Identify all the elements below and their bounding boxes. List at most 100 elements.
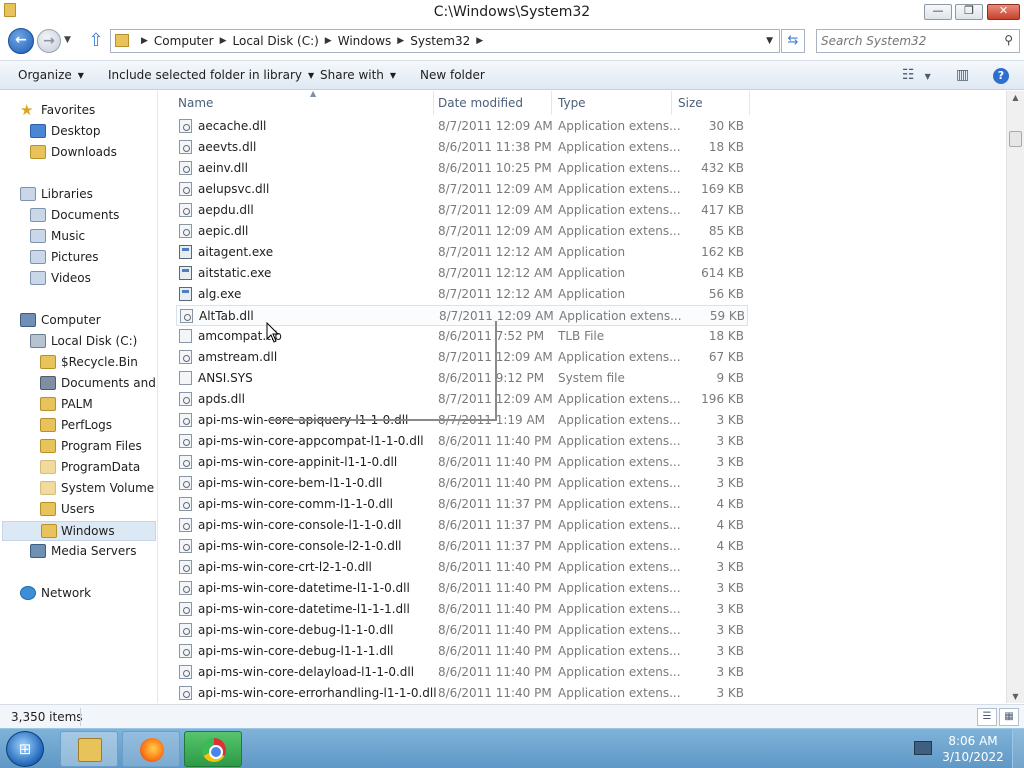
file-size: 3 KB: [716, 665, 744, 679]
chevron-right-icon[interactable]: ▶: [135, 34, 154, 48]
nav-program-files[interactable]: Program Files: [40, 437, 156, 457]
crumb-windows[interactable]: Windows: [338, 34, 392, 48]
dll-file-icon: [179, 686, 192, 700]
help-button[interactable]: ?: [993, 68, 1009, 84]
file-row[interactable]: api-ms-win-core-datetime-l1-1-0.dll 8/6/2…: [176, 578, 748, 599]
preview-pane-button[interactable]: ▥: [956, 67, 969, 83]
start-button[interactable]: ⊞: [6, 731, 44, 767]
details-view-button[interactable]: ☰: [977, 708, 997, 726]
file-row[interactable]: api-ms-win-core-debug-l1-1-1.dll 8/6/2011…: [176, 641, 748, 662]
crumb-local-disk[interactable]: Local Disk (C:): [233, 34, 319, 48]
column-header-name[interactable]: Name ▲: [172, 91, 434, 115]
recent-pages-dropdown[interactable]: ▼: [64, 35, 71, 45]
nav-programdata[interactable]: ProgramData: [40, 458, 156, 478]
nav-recycle-bin[interactable]: $Recycle.Bin: [40, 353, 156, 373]
crumb-system32[interactable]: System32: [410, 34, 470, 48]
crumb-computer[interactable]: Computer: [154, 34, 214, 48]
column-header-type[interactable]: Type: [552, 91, 672, 115]
file-type: Application extens...: [558, 644, 681, 658]
nav-pictures[interactable]: Pictures: [30, 248, 156, 268]
back-button[interactable]: ←: [8, 28, 34, 54]
nav-windows[interactable]: Windows: [2, 521, 156, 541]
up-button[interactable]: ⇧: [86, 30, 106, 52]
file-row[interactable]: aitstatic.exe 8/7/2011 12:12 AM Applicatio…: [176, 263, 748, 284]
new-folder-button[interactable]: New folder: [420, 68, 485, 82]
file-row[interactable]: api-ms-win-core-comm-l1-1-0.dll 8/6/2011 …: [176, 494, 748, 515]
file-name: api-ms-win-core-bem-l1-1-0.dll: [198, 476, 383, 490]
address-bar[interactable]: ▶ Computer ▶ Local Disk (C:) ▶ Windows ▶…: [110, 29, 780, 53]
file-row[interactable]: aitagent.exe 8/7/2011 12:12 AM Application…: [176, 242, 748, 263]
file-row[interactable]: aeevts.dll 8/6/2011 11:38 PM Application e…: [176, 137, 748, 158]
file-row[interactable]: api-ms-win-core-debug-l1-1-0.dll 8/6/2011…: [176, 620, 748, 641]
nav-documents[interactable]: Documents: [30, 206, 156, 226]
include-in-library-button[interactable]: Include selected folder in library ▼: [108, 68, 314, 82]
nav-downloads[interactable]: Downloads: [30, 143, 156, 163]
column-header-size[interactable]: Size: [672, 91, 750, 115]
taskbar-chrome[interactable]: [184, 731, 242, 767]
nav-desktop[interactable]: Desktop: [30, 122, 156, 142]
show-desktop-button[interactable]: [1012, 729, 1024, 768]
thumbnails-view-button[interactable]: ▦: [999, 708, 1019, 726]
file-name: aeevts.dll: [198, 140, 257, 154]
change-view-button[interactable]: ☷ ▼: [902, 67, 931, 83]
close-button[interactable]: ✕: [987, 4, 1020, 20]
file-name: aitstatic.exe: [198, 266, 272, 280]
scroll-up-icon[interactable]: ▲: [1007, 93, 1024, 102]
file-row[interactable]: aelupsvc.dll 8/7/2011 12:09 AM Application…: [176, 179, 748, 200]
file-row[interactable]: api-ms-win-core-appcompat-l1-1-0.dll 8/6/…: [176, 431, 748, 452]
file-row[interactable]: api-ms-win-core-bem-l1-1-0.dll 8/6/2011 1…: [176, 473, 748, 494]
organize-button[interactable]: Organize ▼: [18, 68, 84, 82]
file-row[interactable]: api-ms-win-core-console-l1-1-0.dll 8/6/20…: [176, 515, 748, 536]
nav-favorites[interactable]: ★ Favorites: [20, 101, 156, 121]
chevron-right-icon[interactable]: ▶: [214, 34, 233, 48]
nav-palm[interactable]: PALM: [40, 395, 156, 415]
file-row[interactable]: aeinv.dll 8/6/2011 10:25 PM Application ex…: [176, 158, 748, 179]
file-row[interactable]: api-ms-win-core-delayload-l1-1-0.dll 8/6/…: [176, 662, 748, 683]
nav-perflogs[interactable]: PerfLogs: [40, 416, 156, 436]
nav-local-disk[interactable]: Local Disk (C:): [30, 332, 156, 352]
file-row[interactable]: aecache.dll 8/7/2011 12:09 AM Application …: [176, 116, 748, 137]
refresh-button[interactable]: ⇆: [781, 29, 805, 53]
nav-network[interactable]: Network: [20, 584, 156, 604]
column-header-date[interactable]: Date modified: [432, 91, 552, 115]
include-label: Include selected folder in library: [108, 68, 302, 82]
nav-libraries[interactable]: Libraries: [20, 185, 156, 205]
file-row[interactable]: api-ms-win-core-appinit-l1-1-0.dll 8/6/20…: [176, 452, 748, 473]
chevron-right-icon[interactable]: ▶: [470, 34, 489, 48]
share-with-button[interactable]: Share with ▼: [320, 68, 396, 82]
file-row[interactable]: aepdu.dll 8/7/2011 12:09 AM Application ex…: [176, 200, 748, 221]
file-row[interactable]: api-ms-win-core-crt-l2-1-0.dll 8/6/2011 1…: [176, 557, 748, 578]
nav-media-servers[interactable]: Media Servers: [30, 542, 156, 562]
network-tray-icon[interactable]: [914, 741, 932, 755]
file-name: alg.exe: [198, 287, 242, 301]
file-row[interactable]: api-ms-win-core-console-l2-1-0.dll 8/6/20…: [176, 536, 748, 557]
file-row[interactable]: alg.exe 8/7/2011 12:12 AM Application 56 KB: [176, 284, 748, 305]
clock[interactable]: 8:06 AM 3/10/2022: [940, 733, 1006, 765]
file-type: Application extens...: [558, 623, 681, 637]
nav-computer[interactable]: Computer: [20, 311, 156, 331]
search-box[interactable]: ⚲: [816, 29, 1020, 53]
chevron-right-icon[interactable]: ▶: [319, 34, 338, 48]
nav-system-volume-information[interactable]: System Volume Information: [40, 479, 157, 499]
scroll-thumb[interactable]: [1009, 131, 1022, 147]
file-row[interactable]: api-ms-win-core-errorhandling-l1-1-0.dll…: [176, 683, 748, 703]
nav-documents-and-settings[interactable]: Documents and Settings: [40, 374, 157, 394]
vertical-scrollbar[interactable]: ▲ ▼: [1006, 91, 1024, 703]
search-input[interactable]: [821, 33, 991, 49]
maximize-button[interactable]: ❐: [955, 4, 983, 20]
minimize-button[interactable]: —: [924, 4, 952, 20]
magnifier-icon[interactable]: ⚲: [1004, 33, 1013, 47]
file-row[interactable]: api-ms-win-core-datetime-l1-1-1.dll 8/6/2…: [176, 599, 748, 620]
chevron-down-icon[interactable]: ▼: [766, 36, 773, 46]
dll-file-icon: [179, 560, 192, 574]
chevron-right-icon[interactable]: ▶: [391, 34, 410, 48]
forward-button[interactable]: →: [37, 29, 61, 53]
taskbar-explorer[interactable]: [60, 731, 118, 767]
file-row[interactable]: aepic.dll 8/7/2011 12:09 AM Application ex…: [176, 221, 748, 242]
nav-music[interactable]: Music: [30, 227, 156, 247]
nav-users[interactable]: Users: [40, 500, 156, 520]
scroll-down-icon[interactable]: ▼: [1007, 692, 1024, 701]
taskbar-firefox[interactable]: [122, 731, 180, 767]
nav-videos[interactable]: Videos: [30, 269, 156, 289]
file-name: aeinv.dll: [198, 161, 248, 175]
